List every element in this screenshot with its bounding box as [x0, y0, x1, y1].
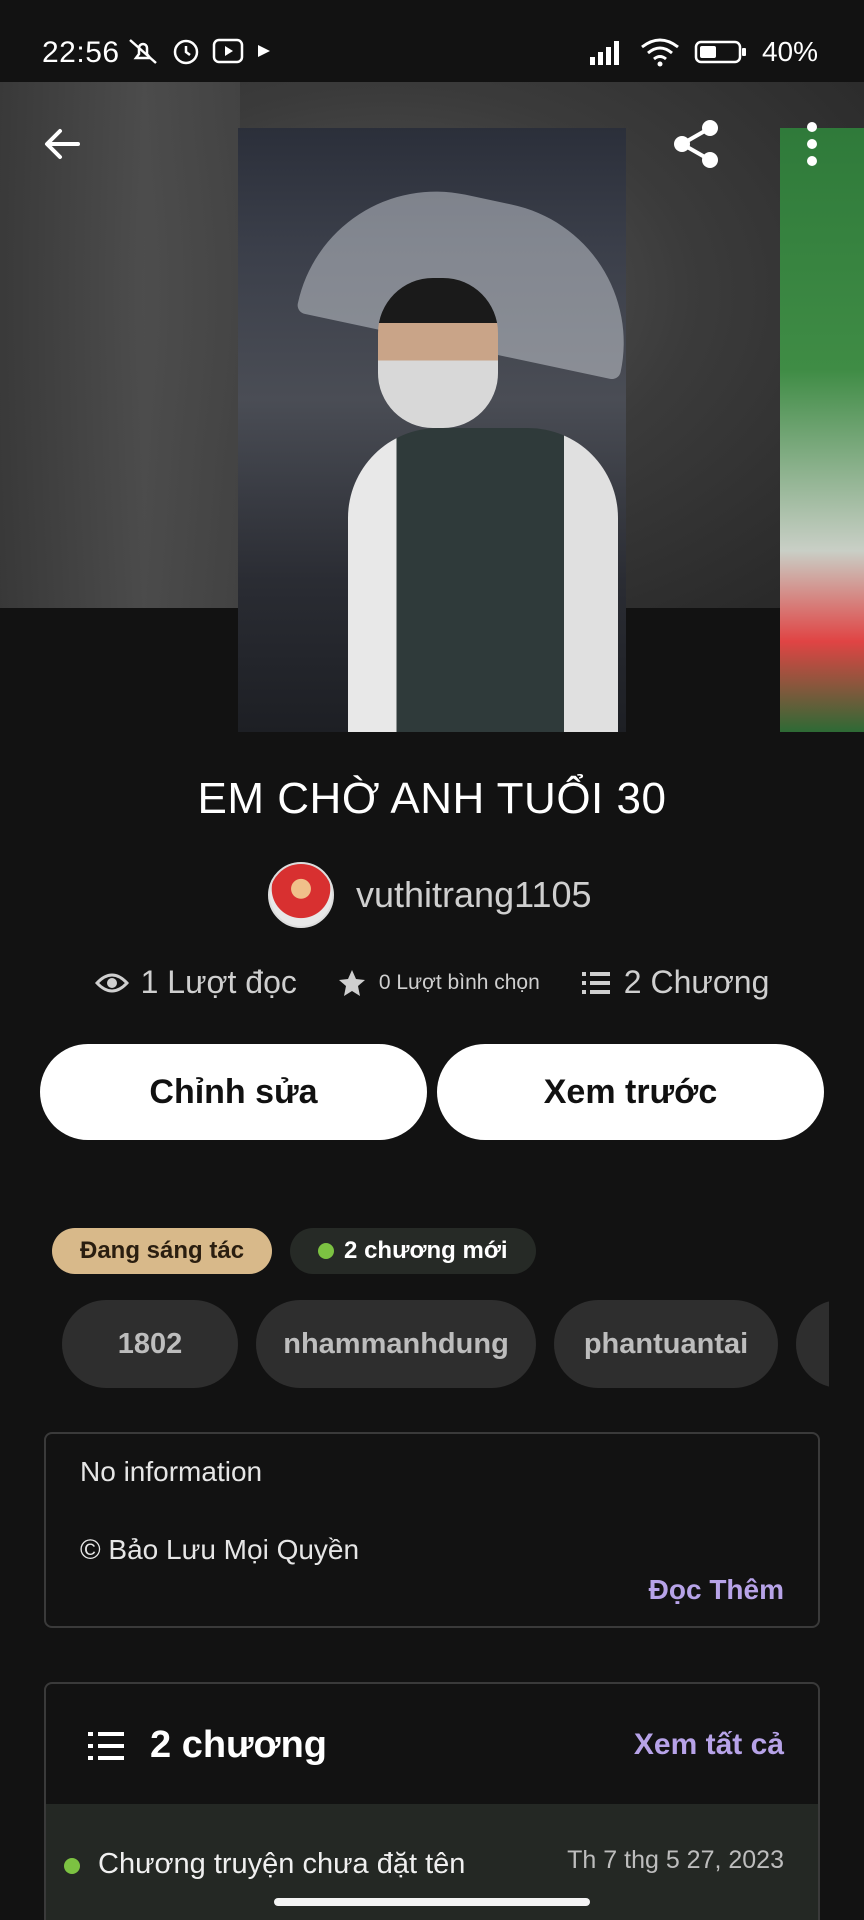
share-button[interactable] — [664, 112, 728, 176]
status-bar: 22:56 40% — [0, 0, 864, 82]
play-icon — [258, 45, 270, 57]
author-link[interactable]: vuthitrang1105 — [268, 862, 592, 928]
tag-chip[interactable] — [796, 1300, 829, 1388]
new-dot-icon — [318, 1243, 335, 1259]
chapter-date: Th 7 thg 5 27, 2023 — [567, 1846, 784, 1874]
home-indicator[interactable] — [274, 1898, 590, 1906]
see-all-link[interactable]: Xem tất cả — [634, 1728, 784, 1762]
battery-icon — [694, 40, 746, 64]
status-icons-left — [126, 36, 274, 66]
tag-chip[interactable]: 1802 — [62, 1300, 238, 1388]
share-icon — [674, 120, 718, 168]
chapters-label: 2 Chương — [623, 964, 770, 1000]
tag-chip[interactable]: nhammanhdung — [256, 1300, 536, 1388]
read-more-link[interactable]: Đọc Thêm — [649, 1574, 784, 1606]
chapter-name[interactable]: Chương truyện chưa đặt tên — [98, 1848, 465, 1881]
chapters-stat: 2 Chương — [580, 964, 770, 1001]
story-title: EM CHỜ ANH TUỔI 30 — [197, 774, 667, 823]
status-badge: Đang sáng tác — [52, 1228, 273, 1274]
mute-icon — [129, 39, 157, 64]
battery-percent: 40% — [761, 36, 818, 67]
tag-list: 1802 nhammanhdung phantuantai — [62, 1300, 829, 1388]
alarm-icon — [173, 39, 199, 65]
description-text: No information — [80, 1456, 263, 1487]
eye-icon — [94, 973, 129, 992]
edit-button[interactable]: Chỉnh sửa — [40, 1044, 427, 1140]
back-button[interactable] — [30, 112, 94, 176]
tag-chip[interactable]: phantuantai — [554, 1300, 778, 1388]
status-icons-right: 40% — [588, 36, 818, 68]
action-buttons: Chỉnh sửa Xem trước — [40, 1044, 824, 1140]
preview-button[interactable]: Xem trước — [437, 1044, 824, 1140]
list-icon — [581, 971, 610, 994]
reads-stat: 1 Lượt đọc — [94, 964, 297, 1001]
votes-stat: 0 Lượt bình chọn — [337, 968, 540, 998]
star-icon — [338, 969, 365, 996]
story-cover-image[interactable] — [238, 128, 626, 732]
list-icon — [88, 1731, 124, 1760]
chapter-section: 2 chương Xem tất cả Chương truyện chưa đ… — [44, 1682, 820, 1920]
reads-label: 1 Lượt đọc — [140, 964, 297, 1000]
story-stats: 1 Lượt đọc 0 Lượt bình chọn 2 Chương — [0, 964, 864, 1001]
votes-label: 0 Lượt bình chọn — [378, 970, 540, 994]
story-badges: Đang sáng tác 2 chương mới — [52, 1228, 536, 1274]
arrow-left-icon — [45, 129, 80, 159]
chapter-header: 2 chương — [86, 1724, 327, 1767]
cover-head — [378, 278, 498, 428]
copyright-text: © Bảo Lưu Mọi Quyền — [80, 1534, 360, 1565]
more-vertical-icon — [807, 122, 817, 166]
signal-icon — [589, 41, 619, 65]
more-options-button[interactable] — [780, 112, 844, 176]
author-name[interactable]: vuthitrang1105 — [356, 874, 592, 916]
author-avatar[interactable] — [268, 862, 334, 928]
status-time: 22:56 — [42, 36, 120, 69]
new-chapters-badge: 2 chương mới — [290, 1228, 536, 1274]
next-story-cover[interactable] — [780, 128, 864, 732]
youtube-icon — [212, 38, 244, 64]
new-chapters-label: 2 chương mới — [344, 1237, 508, 1264]
new-dot-icon — [64, 1858, 80, 1874]
cover-jacket — [348, 428, 618, 732]
chapter-count: 2 chương — [150, 1724, 327, 1766]
wifi-icon — [641, 38, 679, 67]
description-box: No information © Bảo Lưu Mọi Quyền Đọc T… — [44, 1432, 820, 1628]
